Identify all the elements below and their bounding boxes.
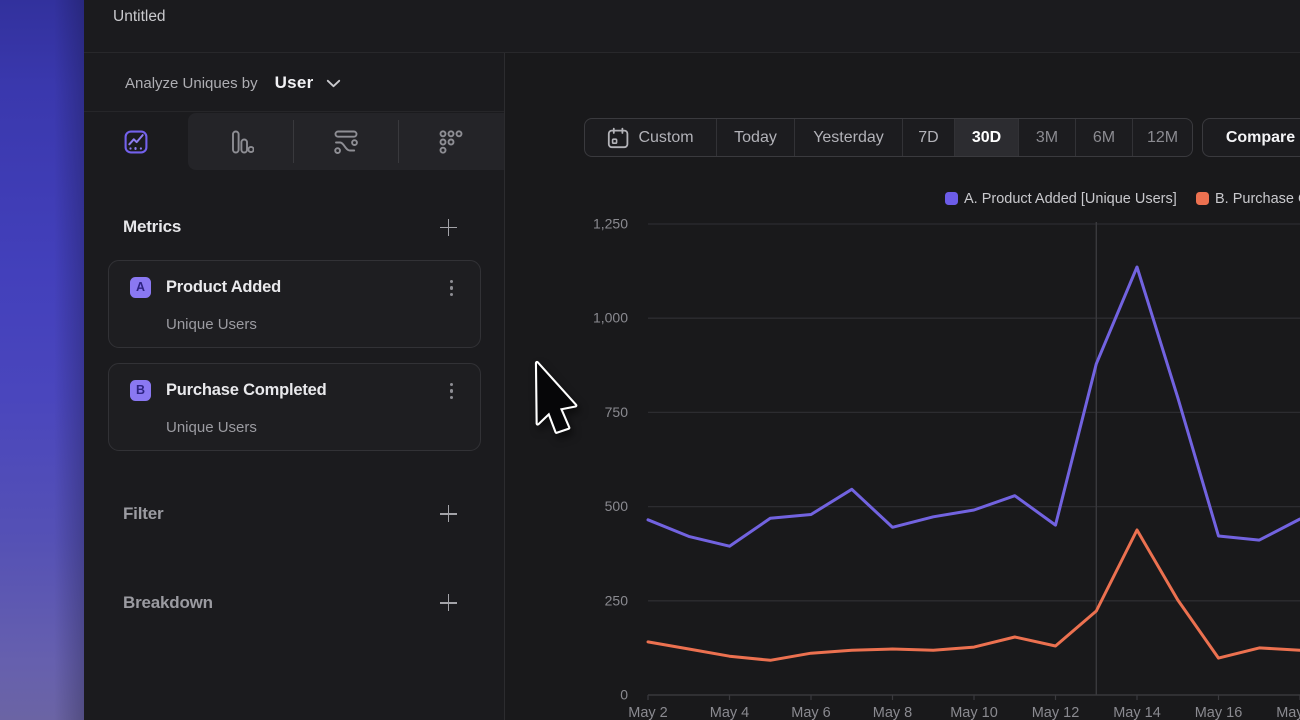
svg-text:250: 250 <box>605 592 629 608</box>
svg-text:May 8: May 8 <box>873 705 913 720</box>
svg-text:May 16: May 16 <box>1195 705 1243 720</box>
svg-text:1,250: 1,250 <box>593 216 628 232</box>
svg-text:1,000: 1,000 <box>593 310 628 326</box>
svg-text:May 12: May 12 <box>1032 705 1080 720</box>
svg-text:May 14: May 14 <box>1113 705 1161 720</box>
svg-text:0: 0 <box>620 687 628 703</box>
svg-text:May 6: May 6 <box>791 705 831 720</box>
svg-text:750: 750 <box>605 404 629 420</box>
svg-text:May 18: May 18 <box>1276 705 1300 720</box>
svg-text:500: 500 <box>605 498 629 514</box>
svg-text:May 10: May 10 <box>950 705 998 720</box>
svg-text:May 2: May 2 <box>628 705 668 720</box>
svg-text:May 4: May 4 <box>710 705 750 720</box>
